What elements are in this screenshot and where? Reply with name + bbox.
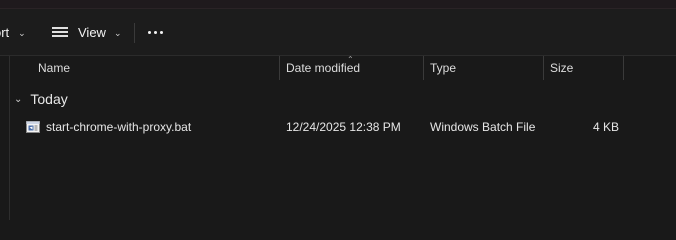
- command-bar: ort ⌄ View ⌄: [0, 9, 676, 56]
- file-row[interactable]: start-chrome-with-proxy.bat 12/24/2025 1…: [10, 116, 676, 138]
- view-button-label: View: [78, 24, 106, 40]
- batch-file-icon: [26, 120, 40, 134]
- file-size: 4 KB: [593, 120, 620, 134]
- column-header-type[interactable]: Type: [430, 56, 456, 80]
- navigation-pane-edge[interactable]: [0, 56, 10, 220]
- file-type-cell: Windows Batch File: [430, 116, 535, 138]
- view-list-icon: [52, 26, 68, 38]
- column-header-date-modified[interactable]: Date modified: [286, 56, 360, 80]
- sort-button[interactable]: ort ⌄: [0, 9, 26, 55]
- file-name-cell: start-chrome-with-proxy.bat: [26, 116, 191, 138]
- column-header-row: ⌃ Name Date modified Type Size: [10, 55, 676, 80]
- column-header-size-label: Size: [550, 61, 574, 75]
- chevron-down-icon: ⌄: [14, 93, 23, 105]
- chevron-down-icon: ⌄: [113, 27, 122, 38]
- view-button[interactable]: View ⌄: [52, 9, 122, 55]
- group-header-today[interactable]: ⌄ Today: [14, 89, 68, 109]
- column-header-type-label: Type: [430, 61, 457, 75]
- column-divider[interactable]: [423, 56, 424, 80]
- chevron-down-icon: ⌄: [18, 27, 26, 38]
- column-header-size[interactable]: Size: [550, 56, 573, 80]
- column-header-name[interactable]: Name: [38, 56, 70, 80]
- file-date-cell: 12/24/2025 12:38 PM: [286, 116, 401, 138]
- group-header-label: Today: [30, 91, 68, 107]
- file-explorer-window: ort ⌄ View ⌄ ⌃ Name Date modified Type: [0, 0, 676, 220]
- sort-button-label: ort: [0, 24, 10, 40]
- title-bar-strip: [0, 0, 676, 9]
- toolbar-divider: [134, 23, 135, 43]
- file-date-modified: 12/24/2025 12:38 PM: [286, 120, 401, 134]
- more-icon: [148, 30, 163, 34]
- column-header-name-label: Name: [38, 61, 71, 75]
- column-divider[interactable]: [279, 56, 280, 80]
- column-divider[interactable]: [623, 56, 624, 80]
- more-options-button[interactable]: [148, 9, 163, 55]
- file-name: start-chrome-with-proxy.bat: [46, 120, 192, 134]
- file-size-cell: 4 KB: [593, 116, 619, 138]
- column-divider[interactable]: [543, 56, 544, 80]
- column-header-date-label: Date modified: [286, 61, 361, 75]
- file-type: Windows Batch File: [430, 120, 536, 134]
